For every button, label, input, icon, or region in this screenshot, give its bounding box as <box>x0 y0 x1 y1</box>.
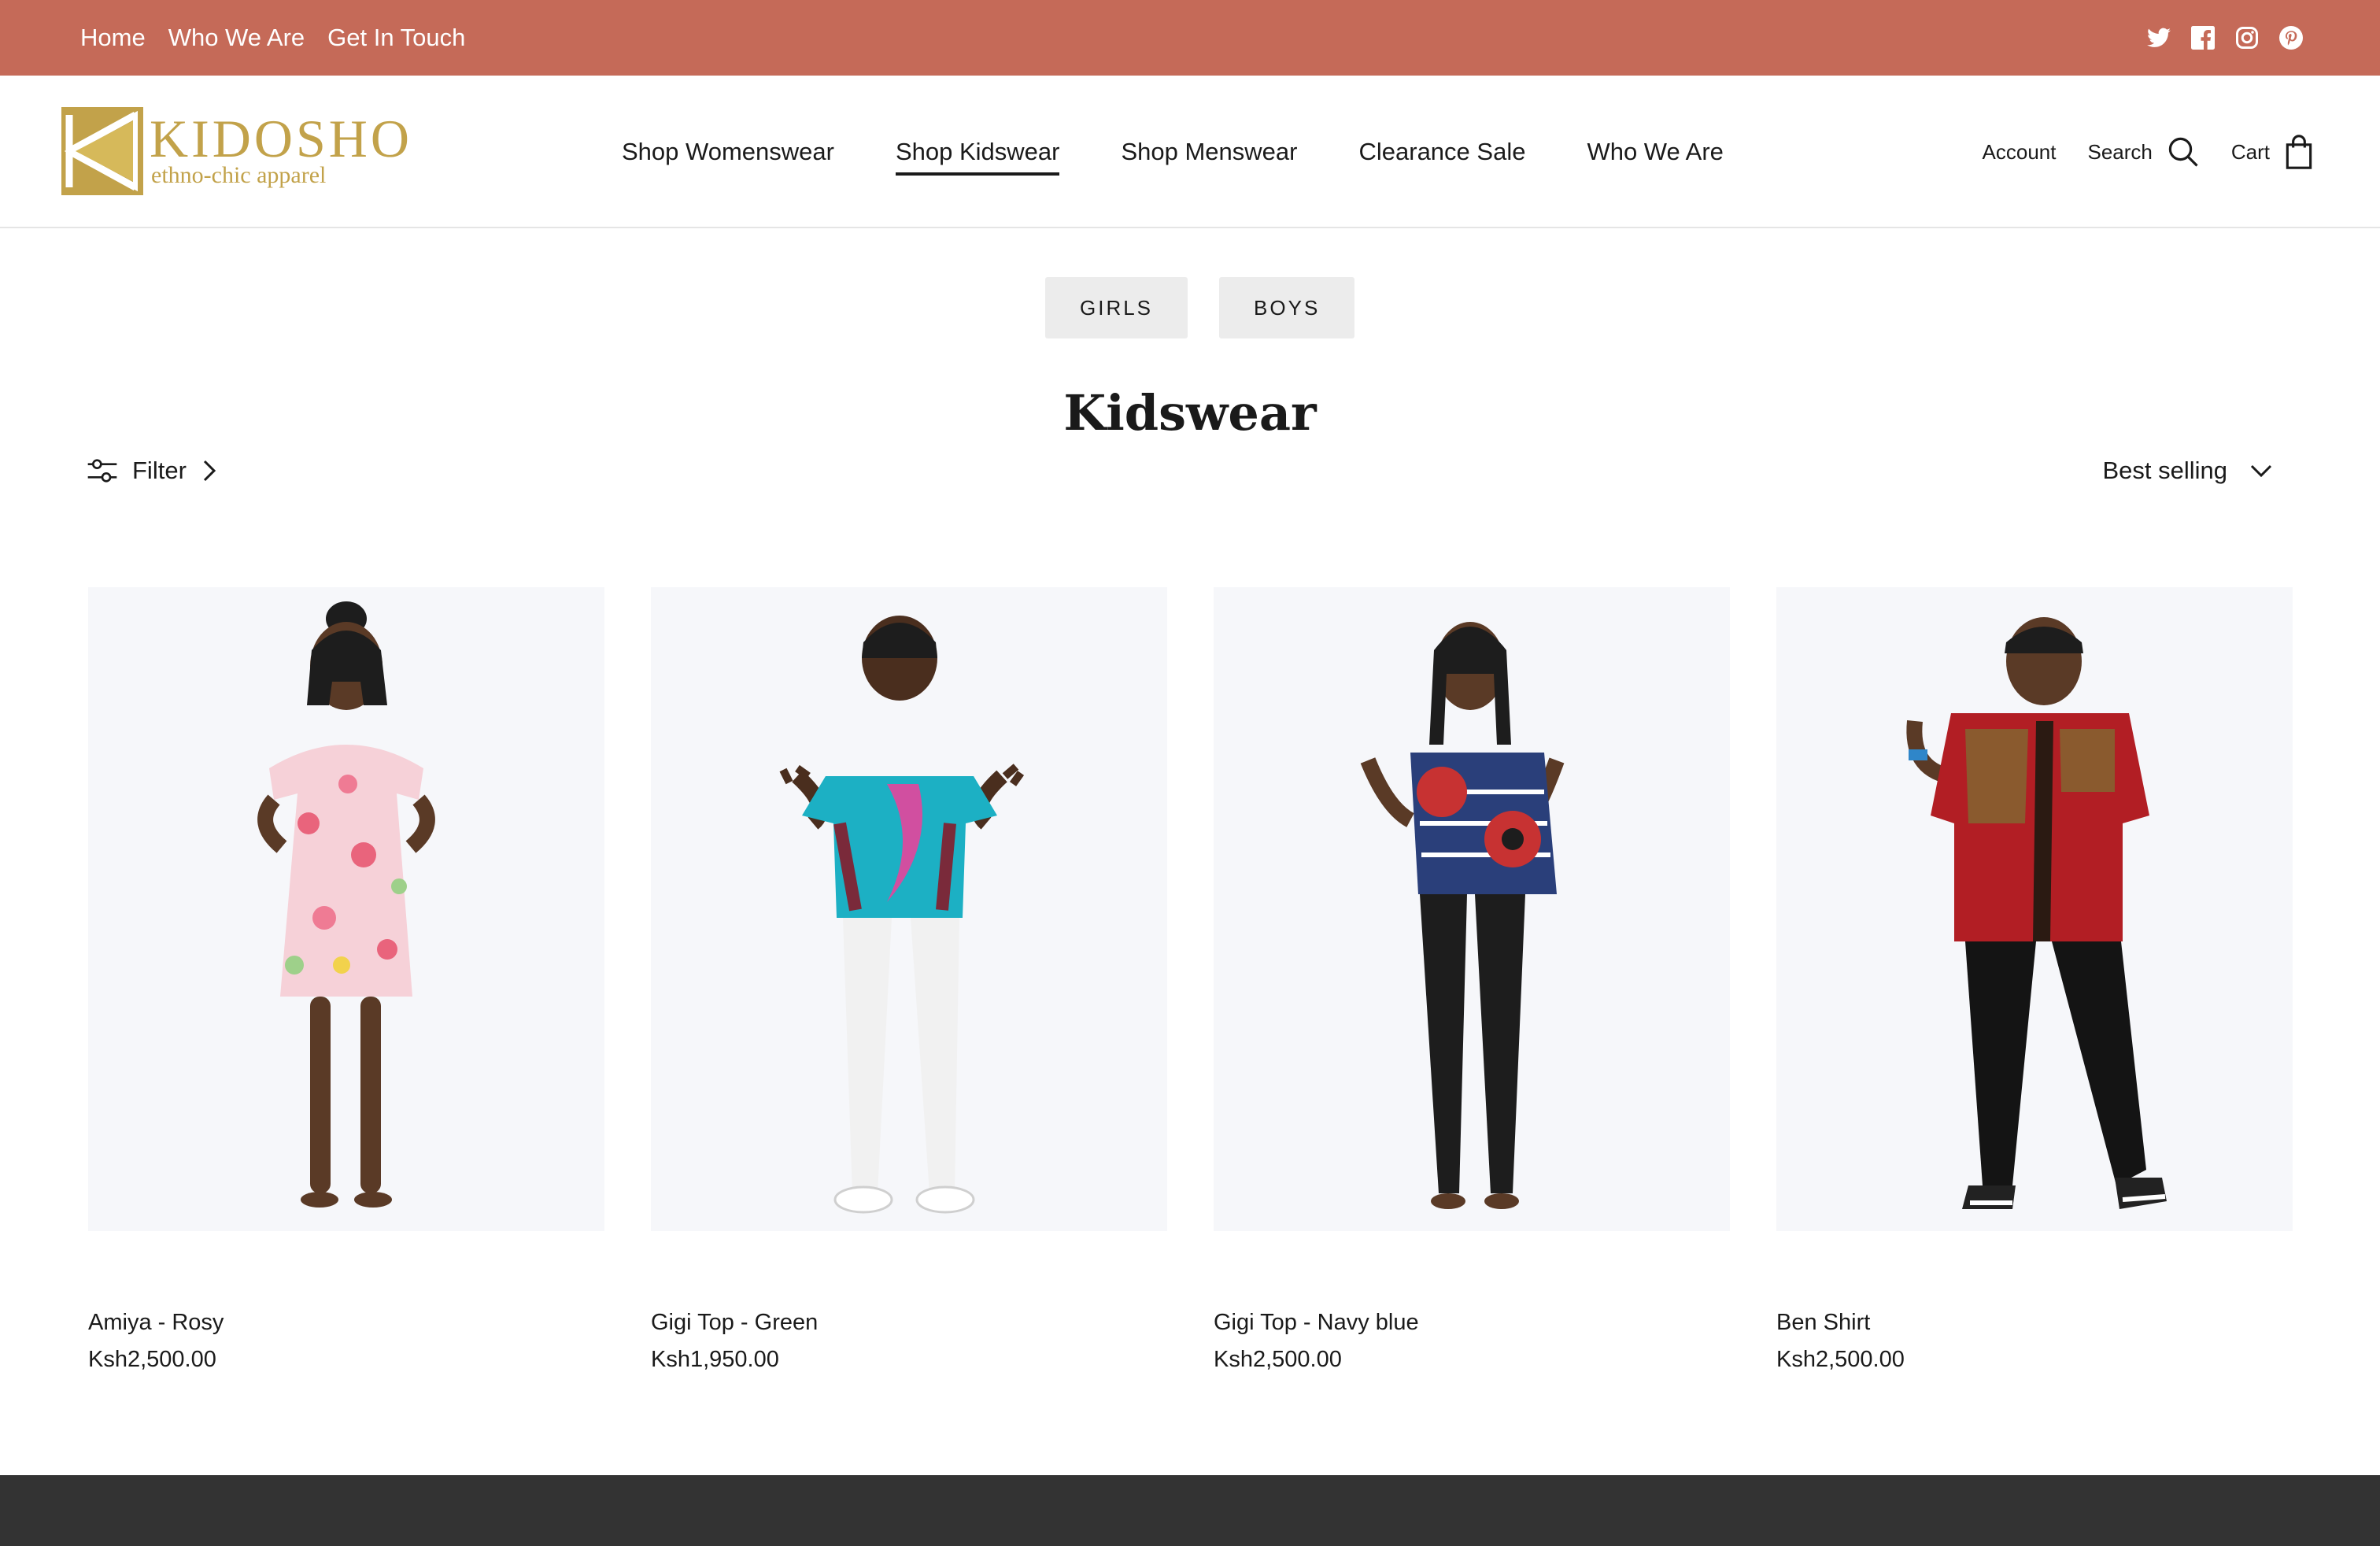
social-links <box>2145 0 2304 76</box>
nav-clearance-sale[interactable]: Clearance Sale <box>1358 131 1525 172</box>
top-links: Home Who We Are Get In Touch <box>80 0 465 76</box>
girls-button[interactable]: GIRLS <box>1045 277 1188 338</box>
brand-tagline: ethno-chic apparel <box>151 162 327 188</box>
filter-toggle[interactable]: Filter <box>87 457 218 485</box>
product-name[interactable]: Amiya - Rosy <box>88 1310 604 1336</box>
search-button[interactable]: Search <box>2087 135 2199 168</box>
product-name[interactable]: Ben Shirt <box>1776 1310 2293 1336</box>
brand-logo[interactable]: KIDOSHO ethno-chic apparel <box>61 107 431 195</box>
product-price: Ksh2,500.00 <box>1776 1347 1905 1372</box>
pinterest-icon[interactable] <box>2278 24 2304 51</box>
product-image[interactable] <box>1776 587 2293 1231</box>
nav-shop-womenswear[interactable]: Shop Womenswear <box>622 131 834 172</box>
nav-shop-menswear[interactable]: Shop Menswear <box>1121 131 1297 172</box>
chevron-right-icon <box>203 460 216 482</box>
product-grid: Amiya - Rosy Ksh2,500.00 Gigi Top - Gree… <box>88 587 2293 1373</box>
top-link-home[interactable]: Home <box>80 24 146 52</box>
site-footer <box>0 1475 2380 1546</box>
main-navigation: Shop Womenswear Shop Kidswear Shop Mensw… <box>622 76 1724 228</box>
nav-who-we-are[interactable]: Who We Are <box>1587 131 1723 172</box>
product-price: Ksh1,950.00 <box>651 1347 779 1372</box>
search-icon <box>2168 137 2198 167</box>
cart-button[interactable]: Cart <box>2231 135 2314 169</box>
shopping-bag-icon <box>2286 135 2312 169</box>
cart-label: Cart <box>2230 139 2270 164</box>
filter-label: Filter <box>132 457 187 484</box>
logo-mark <box>61 107 143 195</box>
page-title: Kidswear <box>1063 384 1317 442</box>
account-label: Account <box>1982 139 2057 164</box>
sort-label: Best selling <box>2102 457 2227 484</box>
account-link[interactable]: Account <box>1983 140 2057 165</box>
instagram-icon[interactable] <box>2234 24 2260 51</box>
top-link-get-in-touch[interactable]: Get In Touch <box>327 24 465 52</box>
facebook-icon[interactable] <box>2190 24 2216 51</box>
product-price: Ksh2,500.00 <box>88 1347 216 1372</box>
brand-name: KIDOSHO <box>150 109 412 168</box>
product-card[interactable]: Ben Shirt Ksh2,500.00 <box>1776 587 2293 1373</box>
product-card[interactable]: Gigi Top - Navy blue Ksh2,500.00 <box>1214 587 1730 1373</box>
boys-button[interactable]: BOYS <box>1219 277 1355 338</box>
header-utilities: Account Search Cart <box>1983 76 2314 228</box>
chevron-down-icon <box>2250 464 2272 478</box>
twitter-icon[interactable] <box>2145 24 2172 51</box>
sliders-icon <box>87 459 117 483</box>
sort-dropdown[interactable]: Best selling <box>2102 457 2273 485</box>
product-card[interactable]: Gigi Top - Green Ksh1,950.00 <box>651 587 1167 1373</box>
product-image[interactable] <box>651 587 1167 1231</box>
product-image[interactable] <box>1214 587 1730 1231</box>
product-name[interactable]: Gigi Top - Green <box>651 1310 1167 1336</box>
search-label: Search <box>2087 139 2153 164</box>
subcategory-buttons: GIRLS BOYS <box>1045 277 1355 338</box>
top-link-who-we-are[interactable]: Who We Are <box>168 24 305 52</box>
site-header: KIDOSHO ethno-chic apparel Shop Womenswe… <box>0 76 2380 228</box>
product-price: Ksh2,500.00 <box>1214 1347 1342 1372</box>
announcement-bar: Home Who We Are Get In Touch <box>0 0 2380 76</box>
product-image[interactable] <box>88 587 604 1231</box>
product-name[interactable]: Gigi Top - Navy blue <box>1214 1310 1730 1336</box>
nav-shop-kidswear[interactable]: Shop Kidswear <box>895 131 1059 176</box>
product-card[interactable]: Amiya - Rosy Ksh2,500.00 <box>88 587 604 1373</box>
